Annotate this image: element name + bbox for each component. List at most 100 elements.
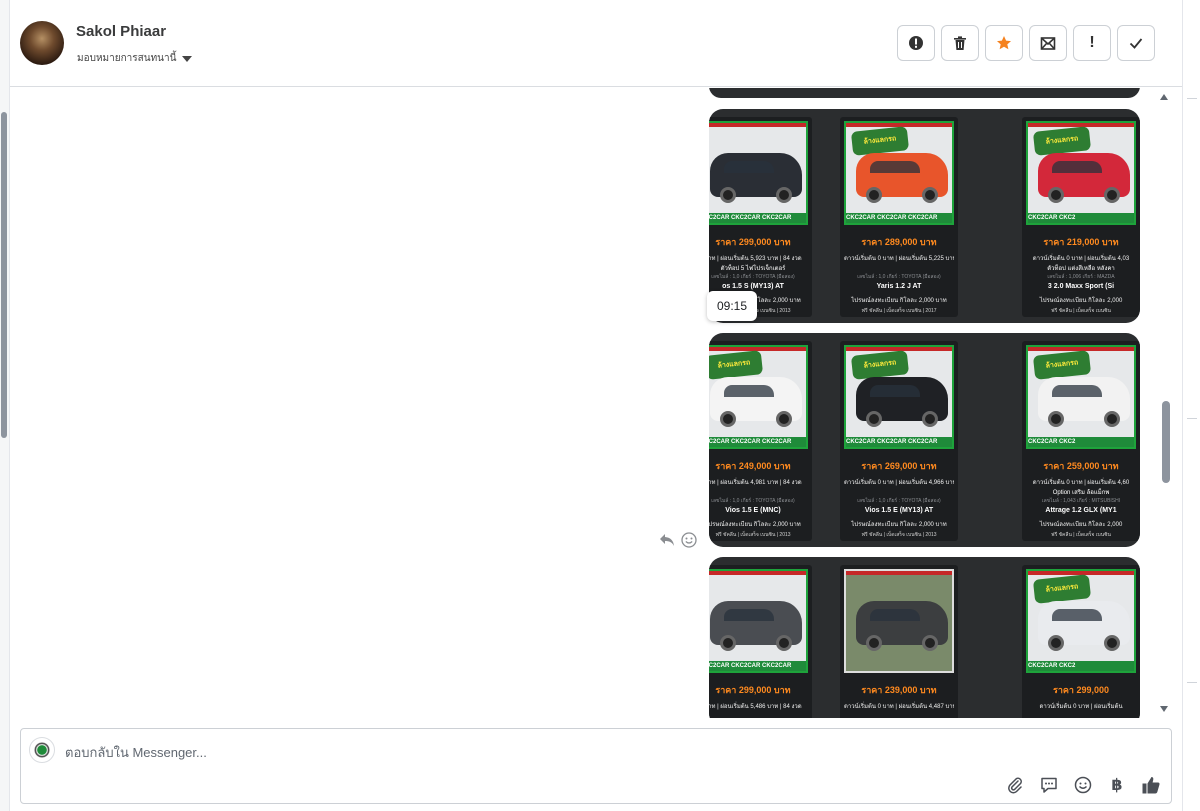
car-feature: ตัวท็อป 5 ไฟโปรเจ็กเตอร์ (720, 266, 786, 272)
message-thread[interactable]: CKC2CAR CKC2CAR CKC2CAR ราคา 299,000 บาทบ… (10, 88, 1172, 718)
photo-header-strip (709, 123, 806, 127)
car-listing-photo[interactable]: ล้างแลกรถ 20,000บาท CKC2CAR CKC2CAR CKC2C… (840, 117, 958, 317)
photo-album-message[interactable]: CKC2CAR CKC2CAR CKC2CAR ราคา 299,000 บาทบ… (709, 109, 1140, 323)
car-footer: ฟรี ชัคลีน | เบ็ดเสร็จ เบนซิน | 2017 (861, 308, 937, 314)
promo-badge: ล้างแลกรถ 20,000บาท (709, 350, 764, 394)
car-price: ราคา 249,000 บาท (715, 461, 791, 471)
promo-badge: ล้างแลกรถ 20,000บาท (1032, 126, 1092, 170)
photo-album-message[interactable] (709, 88, 1140, 98)
car-illustration (710, 377, 802, 427)
baht-icon[interactable]: ฿ (1107, 775, 1127, 795)
car-listing-photo[interactable]: ล้างแลกรถ 20,000บาท CKC2CAR CKC2 ราคา 299,… (1022, 565, 1140, 718)
photo-album-message[interactable]: ล้างแลกรถ 20,000บาท CKC2CAR CKC2CAR CKC2C… (709, 333, 1140, 547)
composer-toolbar: ฿ (1005, 775, 1161, 795)
divider (1187, 682, 1197, 683)
car-illustration (710, 601, 802, 651)
left-scrollbar-thumb[interactable] (1, 112, 7, 438)
car-listing-photo[interactable]: ล้างแลกรถ 20,000บาท CKC2CAR CKC2CAR CKC2C… (709, 341, 812, 541)
watermark-band: CKC2CAR CKC2CAR CKC2CAR (709, 661, 806, 671)
scroll-down-icon[interactable] (1160, 706, 1168, 712)
exclamation-circle-icon (909, 36, 923, 50)
car-illustration (1038, 601, 1130, 651)
car-illustration (856, 601, 948, 651)
car-listing-photo[interactable]: ราคา 239,000 บาท ดาวน์เริ่มต้น 0 บาท | ผ่… (840, 565, 958, 718)
car-model: 3 2.0 Maxx Sport (Si (1047, 283, 1115, 290)
delete-button[interactable] (941, 25, 979, 61)
car-listing-photo[interactable]: CKC2CAR CKC2CAR CKC2CAR ราคา 299,000 บาทบ… (709, 565, 812, 718)
car-footer: ฟรี ชัคลีน | เบ็ดเสร็จ เบนซิน | 2013 (861, 532, 937, 538)
car-photo: CKC2CAR CKC2CAR CKC2CAR (709, 121, 808, 225)
car-price: ราคา 259,000 บาท (1043, 461, 1119, 471)
watermark-band: CKC2CAR CKC2CAR CKC2CAR (709, 213, 806, 223)
divider (1187, 418, 1197, 419)
exclamation-icon: ! (1089, 34, 1095, 51)
car-photo: ล้างแลกรถ 20,000บาท CKC2CAR CKC2 (1026, 121, 1136, 225)
wheel (1104, 635, 1120, 651)
car-model: Vios 1.5 E (MY13) AT (864, 507, 934, 514)
finance-terms: บาท | ผ่อนเริ่มต้น 5,923 บาท | 84 งวด (709, 256, 802, 262)
car-photo: ล้างแลกรถ 20,000บาท CKC2CAR CKC2CAR CKC2C… (709, 345, 808, 449)
finance-terms: ดาวน์เริ่มต้น 0 บาท | ผ่อนเริ่มต้น 4,60 (1032, 480, 1130, 486)
reply-icon[interactable] (658, 531, 676, 549)
car-spec: เลขไมล์ : 1,0 เกียร์ : TOYOTA (มือสอง) (711, 498, 795, 504)
finance-terms: ดาวน์เริ่มต้น 0 บาท | ผ่อนเริ่มต้น 5,225… (844, 256, 954, 262)
mark-done-button[interactable] (1117, 25, 1155, 61)
car-footer: ฟรี ชัคลีน | เบ็ดเสร็จ เบนซิน (1051, 532, 1111, 538)
envelope-icon (1040, 37, 1056, 50)
car-promo: ไปรษณ์ลงทะเบียน กิโลละ 2,000 (1039, 298, 1123, 304)
scroll-up-icon[interactable] (1160, 94, 1168, 100)
car-footer: ฟรี ชัคลีน | เบ็ดเสร็จ เบนซิน | 2013 (715, 532, 791, 538)
watermark-band: CKC2CAR CKC2 (1028, 437, 1134, 447)
car-photo: ล้างแลกรถ 20,000บาท CKC2CAR CKC2CAR CKC2C… (844, 345, 954, 449)
reply-input[interactable] (65, 743, 965, 761)
assign-conversation-dropdown[interactable]: มอบหมายการสนทนานี้ (77, 51, 193, 66)
car-price: ราคา 269,000 บาท (861, 461, 937, 471)
react-emoji-icon[interactable] (680, 531, 698, 549)
caret-down-icon (182, 55, 193, 62)
wheel (1048, 411, 1064, 427)
assign-label: มอบหมายการสนทนานี้ (77, 53, 177, 64)
watermark-band: CKC2CAR CKC2 (1028, 213, 1134, 223)
thread-scrollbar-thumb[interactable] (1162, 401, 1170, 483)
car-photo: ล้างแลกรถ 20,000บาท CKC2CAR CKC2 (1026, 345, 1136, 449)
car-price: ราคา 289,000 บาท (861, 237, 937, 247)
car-listing-photo[interactable]: ล้างแลกรถ 20,000บาท CKC2CAR CKC2CAR CKC2C… (840, 341, 958, 541)
left-scrollbar[interactable] (0, 0, 10, 811)
star-button[interactable] (985, 25, 1023, 61)
contact-name[interactable]: Sakol Phiaar (76, 23, 166, 40)
thread-scrollbar[interactable] (1158, 88, 1172, 718)
car-listing-photo[interactable]: ล้างแลกรถ 20,000บาท CKC2CAR CKC2 ราคา 259,… (1022, 341, 1140, 541)
car-photo: ล้างแลกรถ 20,000บาท CKC2CAR CKC2 (1026, 569, 1136, 673)
car-model: Attrage 1.2 GLX (MY1 (1045, 507, 1117, 514)
mark-unread-button[interactable] (1029, 25, 1067, 61)
emoji-icon[interactable] (1073, 775, 1093, 795)
wheel (922, 635, 938, 651)
car-spec: เลขไมล์ : 1,043 เกียร์ : MITSUBISHI (1041, 498, 1121, 504)
photo-album-message[interactable]: CKC2CAR CKC2CAR CKC2CAR ราคา 299,000 บาทบ… (709, 557, 1140, 718)
avatar[interactable] (20, 21, 64, 65)
car-listing-photo[interactable]: ล้างแลกรถ 20,000บาท CKC2CAR CKC2 ราคา 219,… (1022, 117, 1140, 317)
car-photo (844, 569, 954, 673)
wheel (922, 187, 938, 203)
promo-badge: ล้างแลกรถ 20,000บาท (850, 350, 910, 394)
mark-spam-button[interactable]: ! (1073, 25, 1111, 61)
car-feature: Option เสริม ล้อแม็กพ (1052, 490, 1110, 496)
star-icon (997, 36, 1011, 50)
wheel (866, 411, 882, 427)
car-promo: ไปรษณ์ลงทะเบียน กิโลละ 2,000 บาท (851, 298, 947, 304)
saved-reply-icon[interactable] (1039, 775, 1059, 795)
wheel (866, 187, 882, 203)
finance-terms: บาท | ผ่อนเริ่มต้น 5,486 บาท | 84 งวด (709, 704, 802, 710)
attachment-icon[interactable] (1005, 775, 1025, 795)
like-icon[interactable] (1141, 775, 1161, 795)
wheel (776, 635, 792, 651)
promo-badge: ล้างแลกรถ 20,000บาท (1032, 574, 1092, 618)
finance-terms: ดาวน์เริ่มต้น 0 บาท | ผ่อนเริ่มต้น 4,487… (844, 704, 954, 710)
mark-important-button[interactable] (897, 25, 935, 61)
wheel (776, 411, 792, 427)
car-illustration (710, 153, 802, 203)
finance-terms: ดาวน์เริ่มต้น 0 บาท | ผ่อนเริ่มต้น 4,966… (844, 480, 954, 486)
check-icon (1129, 38, 1143, 49)
car-illustration (856, 377, 948, 427)
car-listing-photo[interactable]: CKC2CAR CKC2CAR CKC2CAR ราคา 299,000 บาทบ… (709, 117, 812, 317)
